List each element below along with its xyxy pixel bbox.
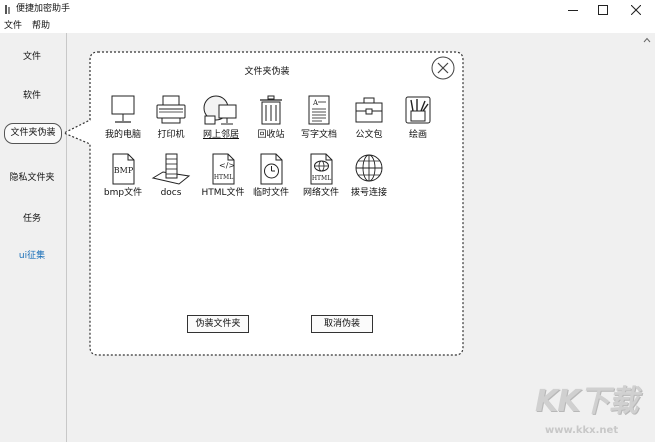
dialup-globe-icon [355, 154, 383, 182]
watermark-url: www.kkx.net [545, 425, 619, 436]
svg-text:A: A [312, 99, 319, 107]
docs-icon [151, 153, 191, 185]
circle-close-icon[interactable] [431, 56, 455, 80]
text-document-icon: A [308, 95, 330, 125]
folder-disguise-panel [62, 51, 464, 356]
svg-text:</>: </> [219, 161, 235, 170]
bmp-file-icon: BMP [112, 153, 135, 185]
network-neighborhood-icon [203, 95, 237, 125]
watermark-logo: KK下载 [535, 384, 638, 419]
dialog-title: 文件夹伪装 [244, 67, 290, 77]
cancel-disguise-button[interactable]: 取消伪装 [311, 315, 373, 333]
briefcase-icon [355, 97, 383, 123]
html-badge: HTML [312, 175, 331, 182]
paint-icon [405, 96, 431, 124]
disguise-folder-button[interactable]: 伪装文件夹 [187, 315, 249, 333]
bmp-badge: BMP [114, 166, 134, 175]
recycle-bin-icon [260, 95, 282, 125]
tile-label: 拨号连接 [350, 188, 387, 198]
temp-file-icon [260, 153, 283, 185]
html-file-icon: </> HTML [212, 153, 235, 185]
tile-label: 绘画 [408, 130, 427, 140]
html-badge: HTML [214, 174, 233, 181]
printer-icon [156, 95, 186, 124]
web-file-icon: HTML [310, 153, 333, 185]
computer-icon [111, 95, 135, 123]
site-watermark: KK下载 www.kkx.net [535, 385, 645, 440]
